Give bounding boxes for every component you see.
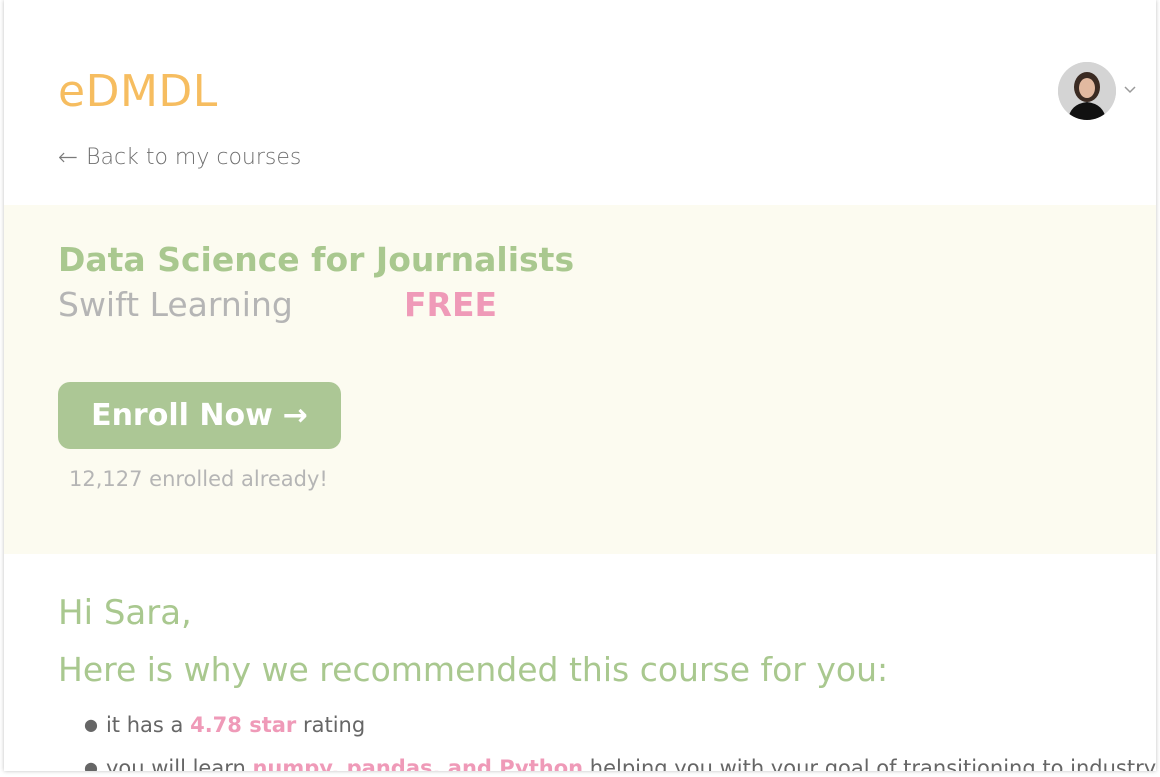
page-frame: eDMDL ← Back to my courses Data Science … xyxy=(4,0,1156,771)
bullet-icon: ● xyxy=(84,758,98,771)
bullet-icon: ● xyxy=(84,715,98,734)
reason-text: it has a xyxy=(105,712,184,737)
course-provider: Swift Learning xyxy=(58,285,293,324)
user-avatar[interactable] xyxy=(1058,62,1116,120)
enrolled-count: 12,127 enrolled already! xyxy=(69,467,328,491)
course-title: Data Science for Journalists xyxy=(58,240,575,279)
reason-text: you will learn xyxy=(105,755,246,772)
arrow-right-icon: → xyxy=(282,398,308,433)
recommendation-heading: Here is why we recommended this course f… xyxy=(58,650,889,689)
back-link-label: Back to my courses xyxy=(86,144,302,170)
reason-highlight: numpy, pandas, and Python xyxy=(252,755,584,772)
chevron-down-icon[interactable] xyxy=(1122,81,1138,97)
enroll-label: Enroll Now xyxy=(91,398,273,433)
avatar-image xyxy=(1058,62,1116,120)
greeting: Hi Sara, xyxy=(58,593,192,633)
reasons-list: ● it has a 4.78 star rating ● you will l… xyxy=(84,703,1156,772)
reason-text: helping you with your goal of transition… xyxy=(589,755,1156,772)
back-to-courses-link[interactable]: ← Back to my courses xyxy=(58,143,301,171)
list-item: ● it has a 4.78 star rating xyxy=(84,703,1156,746)
reason-highlight: 4.78 star xyxy=(190,712,297,737)
enroll-now-button[interactable]: Enroll Now → xyxy=(58,382,341,449)
back-arrow-icon: ← xyxy=(58,143,79,171)
course-price: FREE xyxy=(404,285,498,324)
course-hero: Data Science for Journalists Swift Learn… xyxy=(4,205,1156,554)
reason-text: rating xyxy=(302,712,366,737)
logo[interactable]: eDMDL xyxy=(58,66,218,117)
list-item: ● you will learn numpy, pandas, and Pyth… xyxy=(84,746,1156,772)
